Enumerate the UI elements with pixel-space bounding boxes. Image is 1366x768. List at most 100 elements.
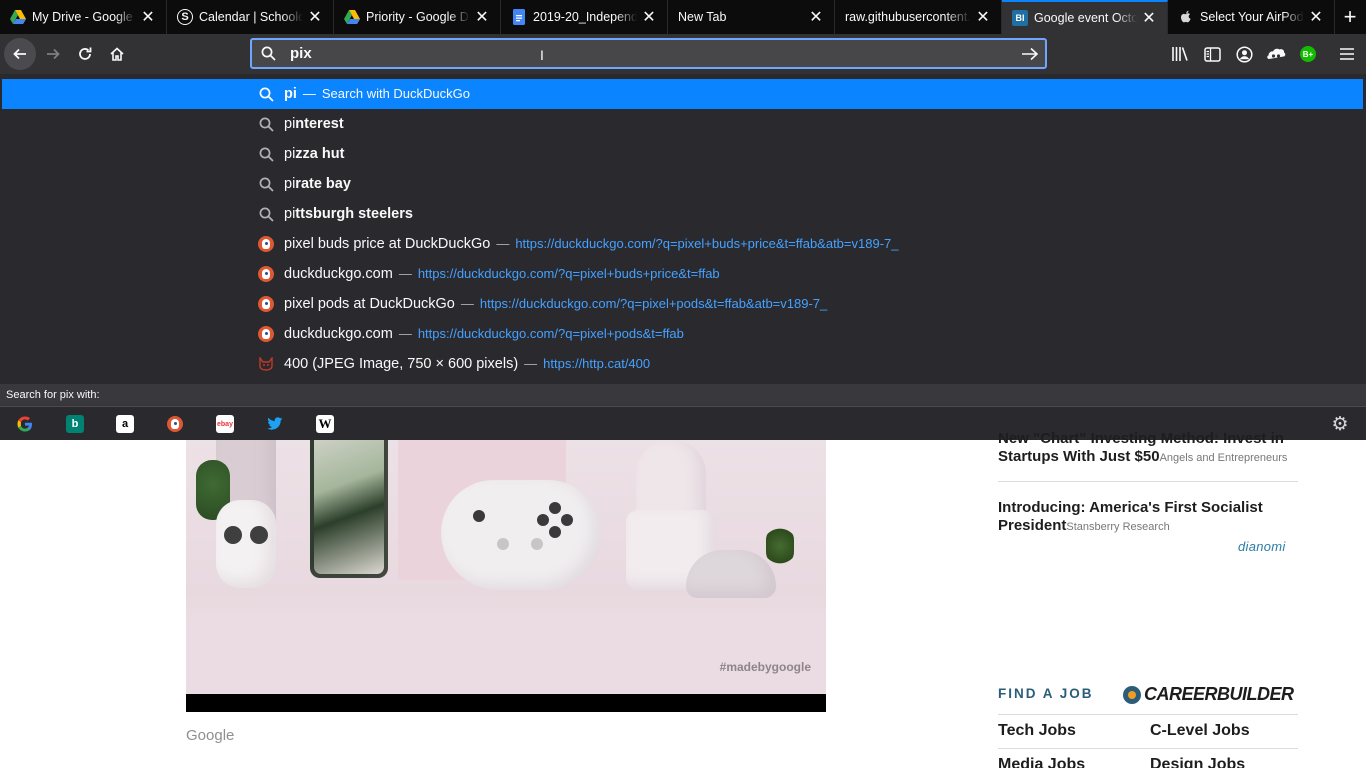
suggestion-typed: pi [284,86,297,102]
suggestion-completion: rate bay [295,176,351,192]
suggestion-url: https://duckduckgo.com/?q=pixel+pods&t=f… [479,296,828,311]
suggestion-row-history[interactable]: 400 (JPEG Image, 750 × 600 pixels) — https… [2,349,1363,379]
tab-title: Google event October [1034,11,1137,25]
tab-my-drive[interactable]: My Drive - Google Drive ✕ [0,0,167,34]
url-input[interactable] [286,40,1015,67]
hero-image: #madebygoogle [186,440,826,694]
reload-icon [79,47,92,60]
close-icon[interactable]: ✕ [303,5,327,29]
sidebar-toggle-icon[interactable] [1200,42,1224,66]
apple-icon [1178,9,1194,25]
suggestion-url: https://duckduckgo.com/?q=pixel+pods&t=f… [417,326,684,341]
tab-title: Calendar | Schoology [199,10,303,24]
address-bar[interactable] [250,38,1047,69]
tab-independent-doc[interactable]: 2019-20_Independent ✕ [501,0,668,34]
cat-icon [258,356,274,372]
suggestion-separator: — [398,266,412,281]
careerbuilder-logo[interactable]: CAREERBUILDER [1123,684,1294,705]
suggestion-url: https://duckduckgo.com/?q=pixel+buds+pri… [417,266,720,281]
suggestion-title: 400 (JPEG Image, 750 × 600 pixels) [284,356,519,372]
suggestion-typed: pi [284,206,296,222]
tab-title: My Drive - Google Drive [32,10,136,24]
close-icon[interactable]: ✕ [136,5,160,29]
suggestion-row-search[interactable]: pi — Search with DuckDuckGo [2,79,1363,109]
sponsored-link-1[interactable]: New "Chart" Investing Method: Invest in … [998,430,1298,467]
job-link-media[interactable]: Media Jobs [998,756,1085,768]
duckduckgo-icon [167,416,183,432]
close-icon[interactable]: ✕ [804,5,828,29]
duckduckgo-icon [258,236,274,252]
tab-new-tab[interactable]: New Tab ✕ [668,0,835,34]
reload-button[interactable] [69,38,101,70]
hamburger-menu-icon[interactable] [1335,42,1359,66]
new-tab-button[interactable]: + [1334,0,1366,34]
amazon-engine-button[interactable]: a [116,415,134,433]
careerbuilder-wordmark: CAREERBUILDER [1144,684,1294,704]
google-engine-button[interactable] [16,415,34,433]
suggestion-completion: nterest [295,116,344,132]
suggestion-title: pixel pods at DuckDuckGo [284,296,455,312]
extension-badge-icon[interactable]: B+ [1296,42,1320,66]
suggestion-row-history[interactable]: pixel pods at DuckDuckGo — https://duckduc… [2,289,1363,319]
job-link-design[interactable]: Design Jobs [1150,756,1245,768]
tab-raw-github[interactable]: raw.githubusercontent.com ✕ [835,0,1002,34]
tab-calendar-schoology[interactable]: S Calendar | Schoology ✕ [167,0,334,34]
divider [998,748,1298,749]
arrow-right-icon [47,48,60,60]
gear-icon[interactable]: ⚙ [1330,414,1350,435]
bing-engine-button[interactable]: b [66,415,84,433]
close-icon[interactable]: ✕ [1137,6,1161,30]
page-content: #madebygoogle Google New "Chart" Investi… [0,430,1366,768]
suggestion-title: pixel buds price at DuckDuckGo [284,236,491,252]
suggestion-typed: pi [284,146,296,162]
duckduckgo-icon [258,326,274,342]
tab-title: Select Your AirPods [1200,10,1304,24]
suggestion-row[interactable]: pi ttsburgh steelers [2,199,1363,229]
duckduckgo-engine-button[interactable] [166,415,184,433]
business-insider-icon: BI [1012,10,1028,26]
job-link-tech[interactable]: Tech Jobs [998,722,1076,740]
close-icon[interactable]: ✕ [971,5,995,29]
duckduckgo-icon [258,296,274,312]
arrow-left-icon [13,48,26,60]
close-icon[interactable]: ✕ [470,5,494,29]
tab-airpods[interactable]: Select Your AirPods ✕ [1168,0,1335,34]
sponsored-link-2[interactable]: Introducing: America's First Socialist P… [998,499,1298,536]
tab-priority-drive[interactable]: Priority - Google Drive ✕ [334,0,501,34]
wikipedia-engine-button[interactable]: W [316,415,334,433]
monitor-extension-icon[interactable] [1264,42,1288,66]
go-arrow-icon[interactable] [1015,40,1045,67]
job-link-c-level[interactable]: C-Level Jobs [1150,722,1250,740]
home-icon [110,47,124,61]
suggestion-row[interactable]: pi nterest [2,109,1363,139]
tab-google-event[interactable]: BI Google event October ✕ [1002,0,1168,34]
ad-source: Angels and Entrepreneurs [1159,452,1288,464]
suggestion-row-history[interactable]: pixel buds price at DuckDuckGo — https://d… [2,229,1363,259]
close-icon[interactable]: ✕ [637,5,661,29]
back-button[interactable] [4,38,36,70]
suggestion-title: duckduckgo.com [284,326,393,342]
forward-button[interactable] [37,38,69,70]
twitter-engine-button[interactable] [266,415,284,433]
suggestion-row[interactable]: pi rate bay [2,169,1363,199]
suggestion-row-history[interactable]: duckduckgo.com — https://duckduckgo.com/?q… [2,259,1363,289]
ad-source: Stansberry Research [1066,521,1170,533]
account-icon[interactable] [1232,42,1256,66]
suggestion-separator: — [496,236,510,251]
search-icon [258,146,274,162]
ebay-engine-button[interactable]: ebay [216,415,234,433]
library-icon[interactable] [1168,42,1192,66]
suggestion-row[interactable]: pi zza hut [2,139,1363,169]
suggestion-completion: ttsburgh steelers [295,206,413,222]
suggestion-separator: — [460,296,474,311]
home-button[interactable] [101,38,133,70]
search-icon [258,206,274,222]
dianomi-logo[interactable]: dianomi [1238,539,1286,554]
suggestion-action: Search with DuckDuckGo [321,86,471,101]
suggestion-row-history[interactable]: duckduckgo.com — https://duckduckgo.com/?q… [2,319,1363,349]
close-icon[interactable]: ✕ [1304,5,1328,29]
tab-title: raw.githubusercontent.com [845,10,971,24]
find-a-job-heading: FIND A JOB [998,686,1094,701]
google-icon [17,416,32,432]
google-drive-icon [10,9,26,25]
